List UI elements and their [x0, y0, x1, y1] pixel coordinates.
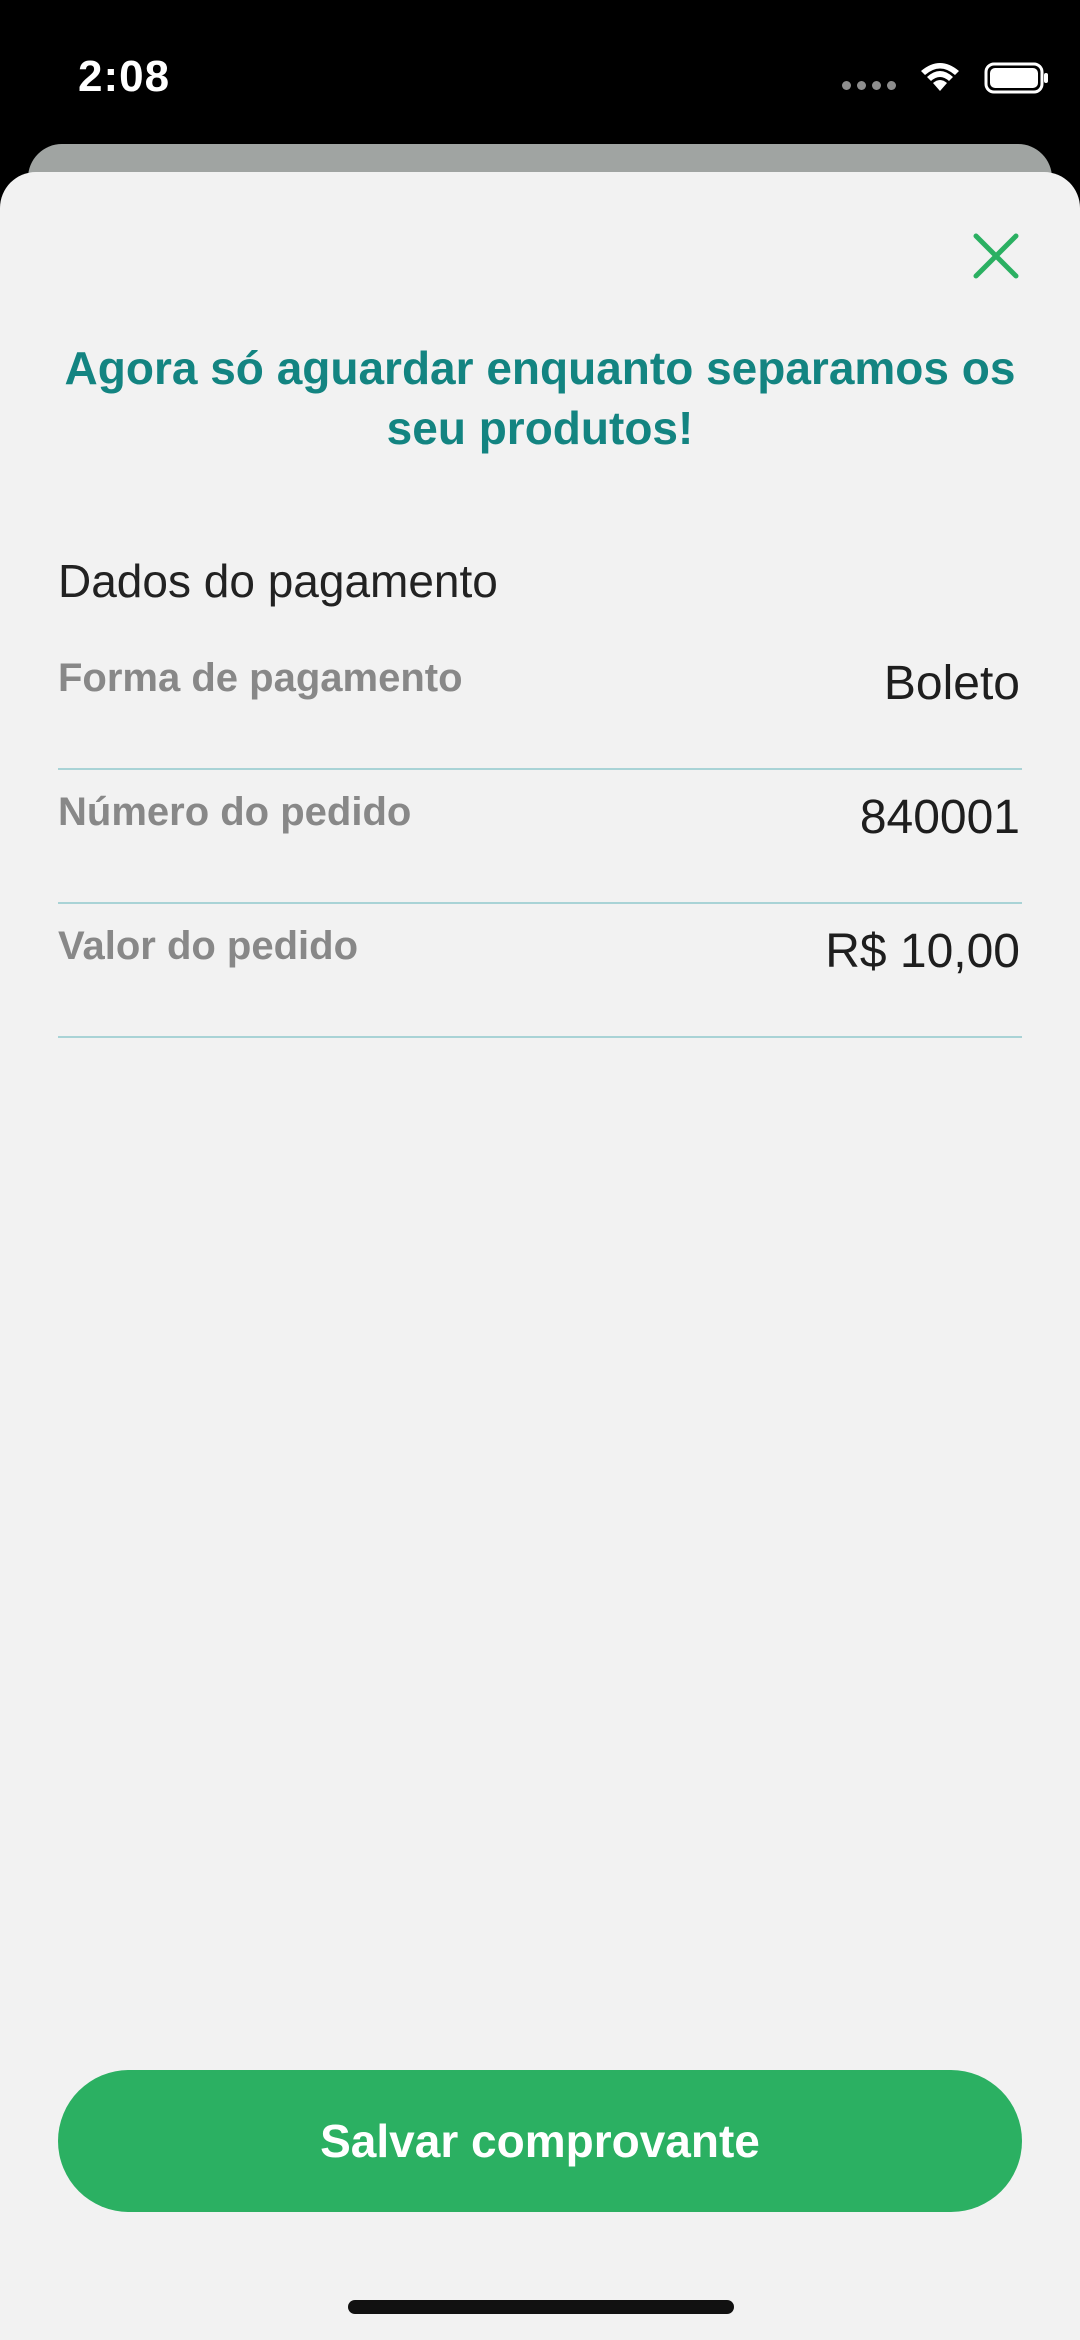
screen: 2:08 Agora só aguardar enquanto separamo [0, 0, 1080, 2340]
close-icon [973, 233, 1019, 279]
status-icons [842, 58, 1050, 98]
wifi-icon [921, 63, 959, 91]
row-value: 840001 [859, 791, 1020, 844]
row-value: R$ 10,00 [825, 925, 1020, 978]
payment-method-row: Forma de pagamento Boleto [58, 636, 1022, 770]
row-label: Forma de pagamento [58, 656, 463, 700]
home-indicator [348, 2300, 734, 2314]
close-button[interactable] [966, 226, 1026, 286]
confirmation-headline: Agora só aguardar enquanto separamos os … [64, 342, 1016, 454]
battery-icon [984, 62, 1048, 94]
row-value: Boleto [883, 657, 1020, 710]
payment-confirmation-sheet [0, 172, 1080, 2340]
cellular-signal-icon [842, 80, 896, 90]
row-label: Valor do pedido [58, 924, 359, 968]
order-value-row: Valor do pedido R$ 10,00 [58, 904, 1022, 1038]
status-time: 2:08 [78, 52, 171, 101]
status-bar: 2:08 [0, 0, 1080, 150]
row-label: Número do pedido [58, 790, 412, 834]
section-title: Dados do pagamento [58, 555, 498, 607]
save-receipt-button[interactable]: Salvar comprovante [58, 2070, 1022, 2212]
order-number-row: Número do pedido 840001 [58, 770, 1022, 904]
payment-details: Forma de pagamento Boleto Número do pedi… [58, 636, 1022, 1038]
